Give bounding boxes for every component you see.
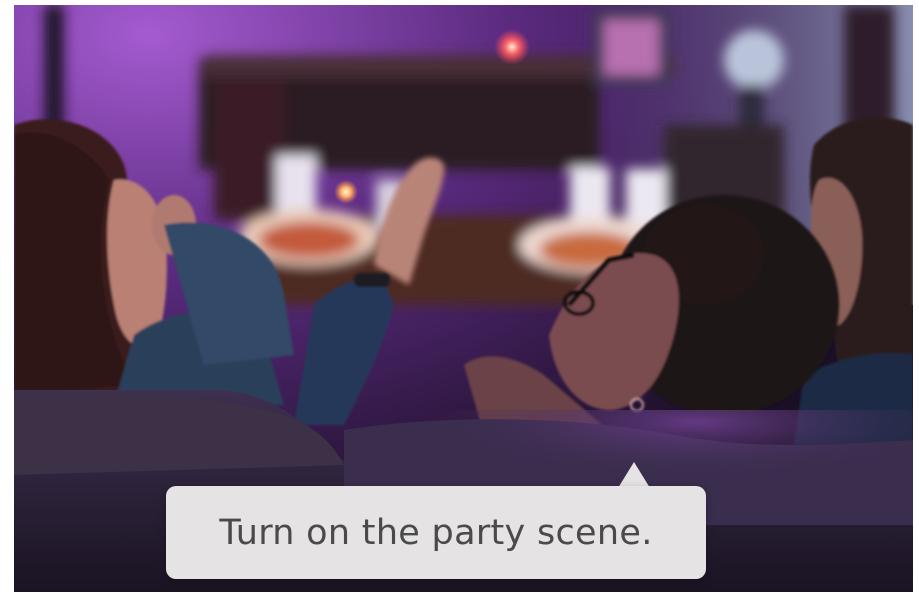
bubble-tail (618, 462, 650, 488)
photo-frame: Turn on the party scene. (14, 5, 913, 592)
siri-prompt-text: Turn on the party scene. (219, 512, 653, 553)
siri-prompt-card: Turn on the party scene. (166, 486, 706, 579)
siri-suggestion-bubble: Turn on the party scene. (166, 462, 706, 579)
